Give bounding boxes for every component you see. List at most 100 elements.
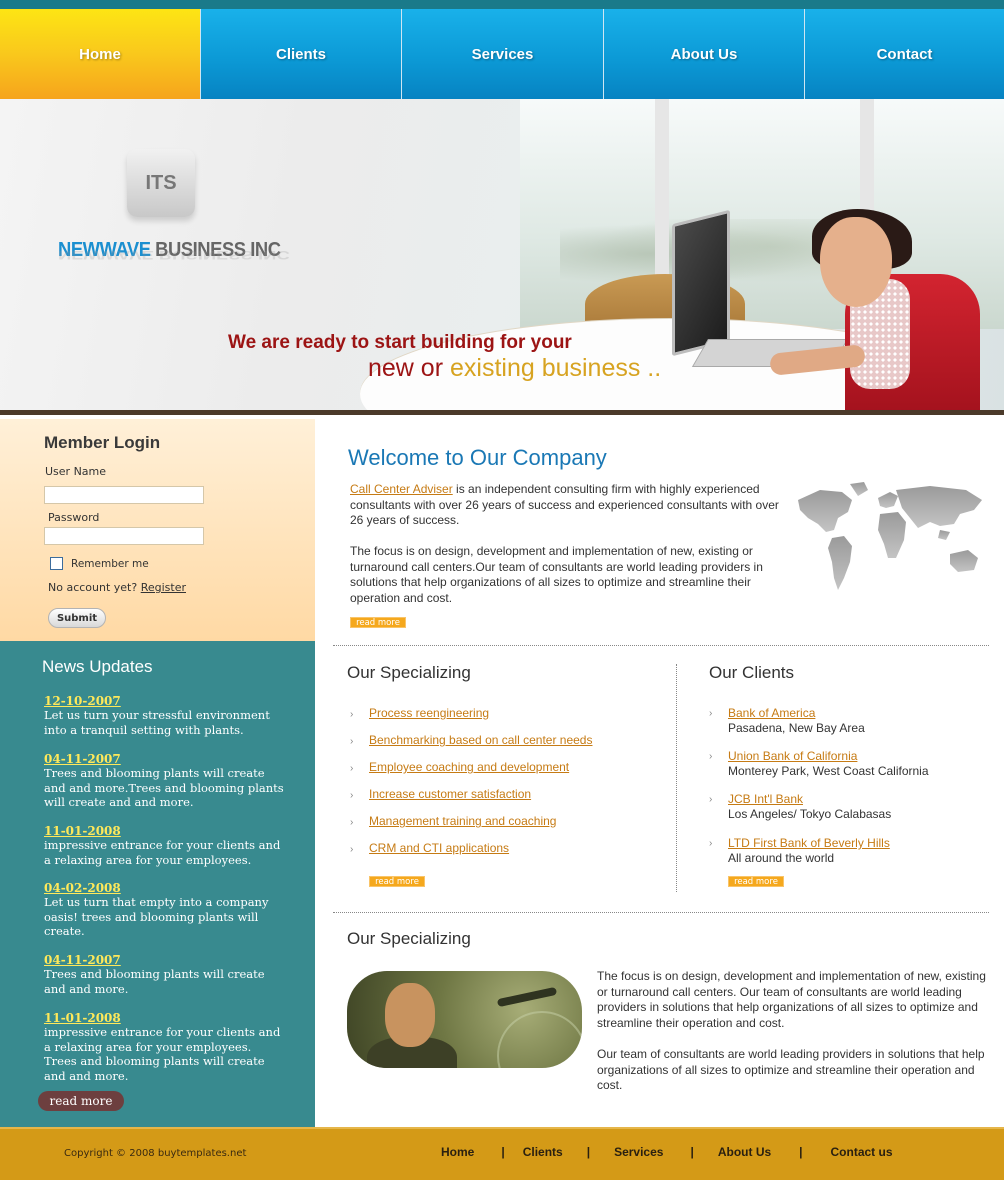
client-location: All around the world [728,851,835,865]
laptop-image [672,209,730,357]
specializing-title: Our Specializing [347,663,471,682]
footer-link-clients[interactable]: Clients [523,1145,563,1159]
specializing-link[interactable]: CRM and CTI applications [369,841,509,855]
news-text: Let us turn that empty into a company oa… [44,895,269,938]
news-text: Let us turn your stressful environment i… [44,708,270,737]
footer-link-contact-us[interactable]: Contact us [831,1145,893,1159]
chevron-right-icon: › [350,817,354,828]
nav-tab-clients[interactable]: Clients [201,9,402,99]
nav-tab-services[interactable]: Services [402,9,604,99]
main-nav: Home Clients Services About Us Contact [0,9,1004,99]
specializing-list-item: › Benchmarking based on call center needs [350,733,650,747]
column-divider [676,664,677,892]
footer-separator: | [586,1145,591,1159]
copyright-text: Copyright © 2008 buytemplates.net [64,1148,247,1159]
footer-nav: Home | Clients | Services | About Us | C… [441,1145,893,1159]
welcome-paragraph-2: The focus is on design, development and … [350,544,763,605]
businessman-photo [347,971,582,1068]
logo-badge: ITS [127,149,195,217]
news-date-link[interactable]: 04-11-2007 [44,953,284,967]
specializing-2-paragraph-1: The focus is on design, development and … [597,969,986,1030]
password-label: Password [48,511,100,524]
banner-tagline-2: new or existing business .. [368,354,661,383]
specializing-list-item: › Increase customer satisfaction [350,787,650,801]
client-location: Monterey Park, West Coast California [728,764,929,778]
specializing-2-title: Our Specializing [347,929,471,948]
news-title: News Updates [42,657,153,676]
member-login-panel: Member Login User Name Password Remember… [0,419,315,641]
chevron-right-icon: › [709,751,713,762]
clients-read-more-button[interactable]: read more [728,876,784,887]
specializing-link[interactable]: Process reengineering [369,706,489,720]
chevron-right-icon: › [709,708,713,719]
client-location: Los Angeles/ Tokyo Calabasas [728,807,892,821]
nav-tab-home[interactable]: Home [0,9,201,99]
username-label: User Name [45,465,107,478]
footer-link-services[interactable]: Services [614,1145,663,1159]
news-text: impressive entrance for your clients and… [44,1025,281,1083]
no-account-prompt: No account yet? [48,581,141,594]
client-item: › JCB Int'l Bank Los Angeles/ Tokyo Calaba… [709,792,989,822]
client-item: › Union Bank of California Monterey Park, … [709,749,989,779]
footer-separator: | [799,1145,803,1159]
footer-separator: | [690,1145,694,1159]
news-read-more-button[interactable]: read more [38,1091,124,1111]
news-date-link[interactable]: 11-01-2008 [44,1011,284,1025]
news-text: impressive entrance for your clients and… [44,838,281,867]
footer: Copyright © 2008 buytemplates.net Home |… [0,1127,1004,1180]
news-item: 12-10-2007 Let us turn your stressful en… [44,694,284,737]
news-date-link[interactable]: 04-02-2008 [44,881,284,895]
specializing-list-item: › Employee coaching and development [350,760,650,774]
specializing-list-item: › Management training and coaching [350,814,650,828]
logo-reflection-part1: NEWWAVE [58,247,154,261]
news-item: 11-01-2008 impressive entrance for your … [44,824,284,867]
news-date-link[interactable]: 11-01-2008 [44,824,284,838]
airplane-icon [496,986,558,1008]
footer-separator: | [501,1145,505,1159]
client-item: › Bank of America Pasadena, New Bay Area [709,706,989,736]
specializing-link[interactable]: Employee coaching and development [369,760,569,774]
remember-me-checkbox[interactable] [50,557,63,570]
nav-tab-about-us[interactable]: About Us [604,9,805,99]
specializing-list-item: › Process reengineering [350,706,650,720]
news-text: Trees and blooming plants will create an… [44,766,284,809]
footer-link-home[interactable]: Home [441,1145,474,1159]
clients-title: Our Clients [709,663,795,682]
specializing-link[interactable]: Management training and coaching [369,814,556,828]
hero-banner: ITS NEWWAVE BUSINESS INC NEWWAVE BUSINES… [0,99,1004,415]
welcome-paragraph-1: Call Center Adviser is an independent co… [350,482,780,529]
news-item: 04-11-2007 Trees and blooming plants wil… [44,752,284,810]
news-text: Trees and blooming plants will create an… [44,967,265,996]
news-date-link[interactable]: 12-10-2007 [44,694,284,708]
footer-link-about-us[interactable]: About Us [718,1145,771,1159]
specializing-link[interactable]: Increase customer satisfaction [369,787,531,801]
specializing-read-more-button[interactable]: read more [369,876,425,887]
remember-me-label: Remember me [71,558,149,570]
photo-face [385,983,435,1047]
chevron-right-icon: › [350,790,354,801]
news-item: 11-01-2008 impressive entrance for your … [44,1011,284,1083]
client-location: Pasadena, New Bay Area [728,721,865,735]
client-item: › LTD First Bank of Beverly Hills All arou… [709,836,989,866]
specializing-link[interactable]: Benchmarking based on call center needs [369,733,592,747]
logo-reflection-part2: BUSINESS INC [153,247,290,261]
username-input[interactable] [44,486,204,504]
register-link[interactable]: Register [141,581,186,594]
specializing-list-item: › CRM and CTI applications [350,841,650,855]
password-input[interactable] [44,527,204,545]
chevron-right-icon: › [709,794,713,805]
no-account-text: No account yet? Register [48,581,186,594]
nav-tab-contact[interactable]: Contact [805,9,1004,99]
submit-button[interactable]: Submit [48,608,106,628]
chevron-right-icon: › [709,838,713,849]
chevron-right-icon: › [350,763,354,774]
news-date-link[interactable]: 04-11-2007 [44,752,284,766]
section-divider [333,645,989,646]
client-link[interactable]: Union Bank of California [728,749,989,764]
welcome-read-more-button[interactable]: read more [350,617,406,628]
client-link[interactable]: Bank of America [728,706,989,721]
client-link[interactable]: JCB Int'l Bank [728,792,989,807]
client-link[interactable]: LTD First Bank of Beverly Hills [728,836,989,851]
call-center-adviser-link[interactable]: Call Center Adviser [350,482,453,496]
section-divider [333,912,989,913]
